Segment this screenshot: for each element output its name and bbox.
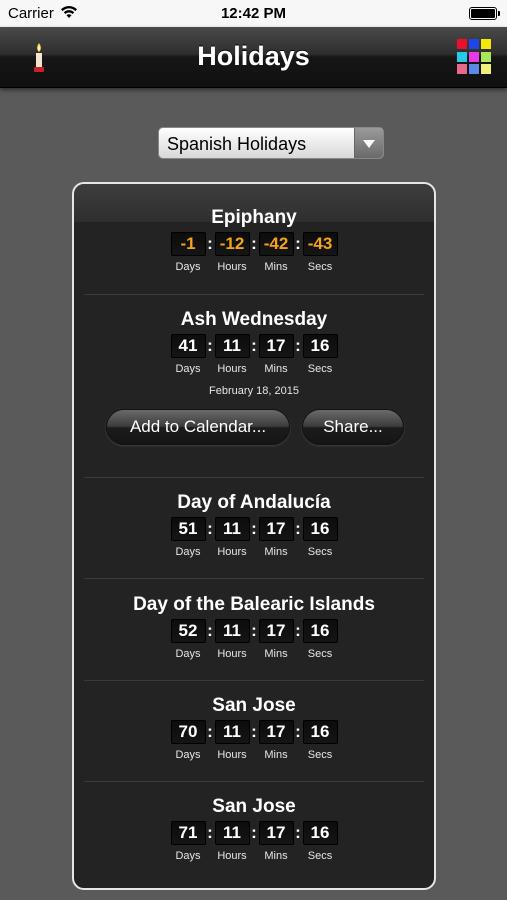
holiday-item[interactable]: Epiphany -1 Days : -12 Hours : -42 Mins : -… <box>74 206 434 273</box>
days-value: 52 <box>170 619 206 643</box>
grid-icon-square <box>481 64 491 75</box>
countdown: 41 Days : 11 Hours : 17 Mins : 16 Secs <box>74 334 434 375</box>
status-time: 12:42 PM <box>220 5 287 22</box>
holiday-item[interactable]: Day of Andalucía 51 Days : 11 Hours : 17 Mi… <box>74 491 434 558</box>
holiday-set-dropdown[interactable]: Spanish Holidays <box>158 127 384 159</box>
mins-value: 17 <box>258 619 294 643</box>
divider <box>84 294 424 295</box>
holiday-name: Epiphany <box>211 207 297 228</box>
apps-grid-icon[interactable] <box>457 39 493 75</box>
hours-label: Hours <box>217 261 247 273</box>
hours-value: 11 <box>214 720 250 744</box>
days-label: Days <box>175 850 201 862</box>
grid-icon-square <box>469 51 479 62</box>
secs-label: Secs <box>307 648 333 660</box>
mins-label: Mins <box>264 261 288 273</box>
days-label: Days <box>175 363 201 375</box>
hours-label: Hours <box>217 648 247 660</box>
grid-icon-square <box>481 39 491 49</box>
divider <box>84 477 424 478</box>
mins-label: Mins <box>264 648 288 660</box>
mins-value: 17 <box>258 334 294 358</box>
grid-icon-square <box>481 51 491 62</box>
holiday-list[interactable]: Epiphany -1 Days : -12 Hours : -42 Mins : -… <box>72 182 436 890</box>
hours-label: Hours <box>217 749 247 761</box>
holiday-item-expanded[interactable]: Ash Wednesday 41 Days : 11 Hours : 17 Mins … <box>74 308 434 449</box>
holiday-name: San Jose <box>212 796 296 817</box>
days-label: Days <box>175 648 201 660</box>
page-title: Holidays <box>197 41 310 71</box>
secs-value: 16 <box>302 517 338 541</box>
nav-bar: Holidays <box>0 27 507 88</box>
mins-value: 17 <box>258 720 294 744</box>
countdown: 52 Days : 11 Hours : 17 Mins : 16 Secs <box>74 619 434 660</box>
days-value: -1 <box>170 232 206 256</box>
mins-value: 17 <box>258 821 294 845</box>
hours-value: 11 <box>214 821 250 845</box>
holiday-item[interactable]: Day of the Balearic Islands 52 Days : 11 H… <box>74 593 434 660</box>
mins-label: Mins <box>264 546 288 558</box>
hours-value: 11 <box>214 334 250 358</box>
secs-value: 16 <box>302 821 338 845</box>
secs-label: Secs <box>307 261 333 273</box>
chevron-down-icon <box>354 128 383 158</box>
secs-value: 16 <box>302 334 338 358</box>
holiday-name: Day of Andalucía <box>177 492 331 513</box>
divider <box>84 781 424 782</box>
secs-value: 16 <box>302 619 338 643</box>
secs-label: Secs <box>307 546 333 558</box>
hours-value: -12 <box>214 232 250 256</box>
days-value: 41 <box>170 334 206 358</box>
mins-label: Mins <box>264 749 288 761</box>
days-value: 70 <box>170 720 206 744</box>
secs-label: Secs <box>307 363 333 375</box>
hours-label: Hours <box>217 546 247 558</box>
days-value: 71 <box>170 821 206 845</box>
grid-icon-square <box>457 64 467 75</box>
holiday-item[interactable]: San Jose 71 Days : 11 Hours : 17 Mins : 16 S… <box>74 795 434 862</box>
days-label: Days <box>175 261 201 273</box>
battery-icon <box>469 7 500 20</box>
holiday-name: Day of the Balearic Islands <box>133 594 375 615</box>
days-label: Days <box>175 749 201 761</box>
grid-icon-square <box>457 39 467 49</box>
secs-label: Secs <box>307 850 333 862</box>
mins-value: 17 <box>258 517 294 541</box>
mins-label: Mins <box>264 363 288 375</box>
mins-label: Mins <box>264 850 288 862</box>
holiday-item[interactable]: San Jose 70 Days : 11 Hours : 17 Mins : 16 S… <box>74 694 434 761</box>
grid-icon-square <box>469 39 479 49</box>
holiday-date: February 18, 2015 <box>209 385 299 397</box>
holiday-name: Ash Wednesday <box>180 309 328 330</box>
holiday-actions: Add to Calendar... Share... <box>74 409 434 449</box>
hours-value: 11 <box>214 619 250 643</box>
grid-icon-square <box>457 51 467 62</box>
days-value: 51 <box>170 517 206 541</box>
hours-value: 11 <box>214 517 250 541</box>
dropdown-selected-label: Spanish Holidays <box>167 134 307 154</box>
hours-label: Hours <box>217 363 247 375</box>
divider <box>84 680 424 681</box>
add-to-calendar-button[interactable]: Add to Calendar... <box>106 409 290 445</box>
share-button[interactable]: Share... <box>302 409 404 445</box>
days-label: Days <box>175 546 201 558</box>
grid-icon-square <box>469 64 479 75</box>
secs-value: 16 <box>302 720 338 744</box>
status-bar: Carrier 12:42 PM <box>0 0 507 27</box>
secs-value: -43 <box>302 232 338 256</box>
secs-label: Secs <box>307 749 333 761</box>
holiday-name: San Jose <box>212 695 296 716</box>
countdown: 51 Days : 11 Hours : 17 Mins : 16 Secs <box>74 517 434 558</box>
countdown: 70 Days : 11 Hours : 17 Mins : 16 Secs <box>74 720 434 761</box>
divider <box>84 578 424 579</box>
countdown: -1 Days : -12 Hours : -42 Mins : -43 Secs <box>74 232 434 273</box>
countdown: 71 Days : 11 Hours : 17 Mins : 16 Secs <box>74 821 434 862</box>
mins-value: -42 <box>258 232 294 256</box>
hours-label: Hours <box>217 850 247 862</box>
